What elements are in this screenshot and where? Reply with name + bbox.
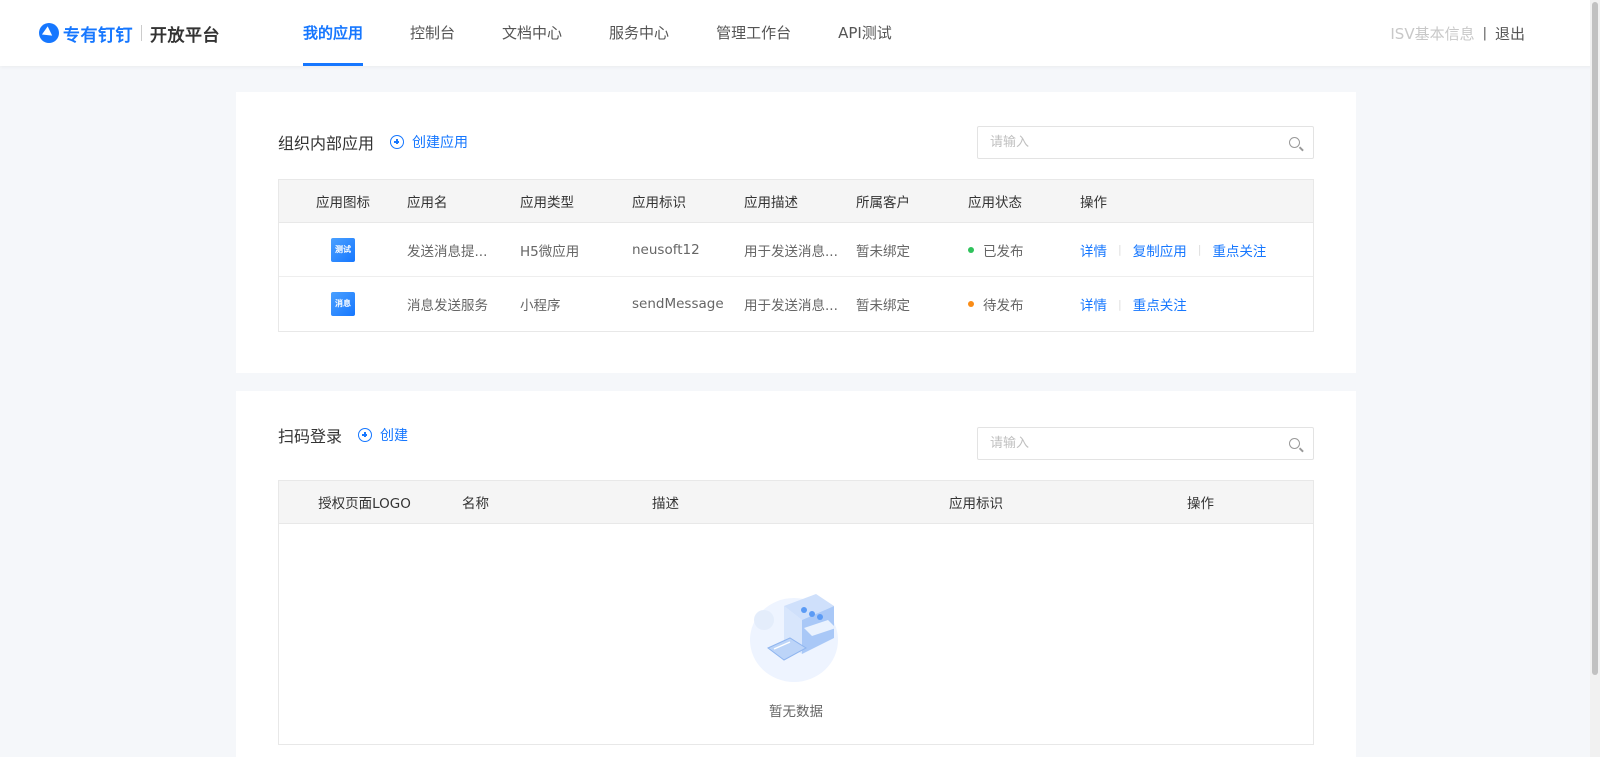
internal-apps-search-input[interactable] — [978, 127, 1289, 158]
app-id: sendMessage — [632, 296, 724, 312]
follow-link[interactable]: 重点关注 — [1212, 240, 1266, 260]
app-icon-cell: 消息 — [279, 292, 407, 316]
create-qr-login-button[interactable]: 创建 — [358, 425, 408, 445]
status-dot-published — [968, 246, 974, 253]
action-separator: | — [1118, 297, 1122, 311]
app-desc: 用于发送消息... — [744, 243, 838, 260]
search-icon[interactable] — [1289, 137, 1300, 148]
table-row: 测试 发送消息提... H5微应用 neusoft12 用于发送消息... 暂未… — [279, 223, 1313, 277]
create-app-label: 创建应用 — [412, 135, 469, 151]
col-actions: 操作 — [1080, 195, 1107, 211]
internal-apps-title-row: 组织内部应用 创建应用 — [278, 130, 468, 154]
detail-link[interactable]: 详情 — [1080, 294, 1107, 314]
app-actions: 详情 | 重点关注 — [1080, 294, 1313, 315]
qr-login-title-row: 扫码登录 创建 — [278, 423, 408, 447]
app-customer: 暂未绑定 — [856, 243, 910, 260]
app-type: H5微应用 — [520, 243, 580, 260]
nav-service-center[interactable]: 服务中心 — [609, 0, 669, 66]
qr-login-search[interactable] — [977, 427, 1314, 460]
detail-link[interactable]: 详情 — [1080, 240, 1107, 260]
nav-api-test[interactable]: API测试 — [838, 0, 892, 66]
app-icon-cell: 测试 — [279, 237, 407, 262]
col-app-desc: 应用描述 — [744, 195, 798, 211]
create-qr-login-label: 创建 — [380, 428, 409, 444]
logo-brand-text: 专有钉钉 — [63, 25, 133, 46]
header-user-area: ISV基本信息 | 退出 — [1390, 22, 1525, 44]
app-actions: 详情 | 复制应用 | 重点关注 — [1080, 240, 1313, 260]
nav-docs[interactable]: 文档中心 — [502, 0, 562, 66]
table-header: 应用图标 应用名 应用类型 应用标识 应用描述 所属客户 应用状态 操作 — [279, 180, 1313, 223]
nav-admin-workbench[interactable]: 管理工作台 — [716, 0, 791, 66]
app-type: 小程序 — [520, 298, 561, 314]
col-app-type: 应用类型 — [520, 195, 574, 211]
col-app-id: 应用标识 — [949, 496, 1003, 512]
app-name: 消息发送服务 — [407, 298, 488, 314]
copy-app-link[interactable]: 复制应用 — [1133, 240, 1187, 260]
app-icon[interactable]: 消息 — [331, 292, 355, 316]
logo-divider — [141, 25, 142, 41]
app-status: 待发布 — [968, 294, 1080, 314]
internal-apps-table: 应用图标 应用名 应用类型 应用标识 应用描述 所属客户 应用状态 操作 测试 … — [278, 179, 1314, 332]
col-customer: 所属客户 — [856, 195, 910, 211]
add-circle-icon — [390, 135, 405, 149]
status-text: 已发布 — [983, 243, 1024, 260]
create-app-button[interactable]: 创建应用 — [390, 132, 468, 152]
main-nav: 我的应用 控制台 文档中心 服务中心 管理工作台 API测试 — [303, 0, 939, 66]
app-id: neusoft12 — [632, 241, 700, 258]
status-text: 待发布 — [983, 298, 1024, 314]
col-name: 名称 — [462, 496, 489, 512]
qr-login-table: 授权页面LOGO 名称 描述 应用标识 操作 暂无数据 — [278, 480, 1314, 745]
empty-state: 暂无数据 — [279, 524, 1313, 744]
app-customer: 暂未绑定 — [856, 298, 910, 314]
status-dot-pending — [968, 301, 974, 307]
action-separator: | — [1118, 243, 1122, 256]
page-scrollbar[interactable] — [1590, 0, 1600, 757]
top-header: 专有钉钉 开放平台 我的应用 控制台 文档中心 服务中心 管理工作台 API测试… — [0, 0, 1600, 66]
app-status: 已发布 — [968, 240, 1080, 260]
scrollbar-thumb[interactable] — [1592, 2, 1598, 675]
app-name: 发送消息提... — [407, 243, 488, 260]
logout-link[interactable]: 退出 — [1495, 23, 1525, 44]
internal-apps-card: 组织内部应用 创建应用 应用图标 应用名 应用类型 应用标识 应用描述 所属客户… — [236, 92, 1356, 373]
col-desc: 描述 — [652, 496, 679, 512]
follow-link[interactable]: 重点关注 — [1133, 294, 1187, 314]
dingtalk-logo-icon — [39, 23, 59, 43]
col-app-id: 应用标识 — [632, 195, 686, 211]
isv-info-link[interactable]: ISV基本信息 — [1390, 23, 1474, 44]
nav-console[interactable]: 控制台 — [410, 0, 455, 66]
col-actions: 操作 — [1187, 496, 1214, 512]
empty-box-icon — [750, 594, 838, 682]
app-icon[interactable]: 测试 — [331, 237, 355, 262]
nav-my-apps[interactable]: 我的应用 — [303, 0, 364, 66]
app-desc: 用于发送消息... — [744, 298, 838, 314]
add-circle-icon — [358, 428, 373, 442]
qr-login-title: 扫码登录 — [278, 427, 343, 446]
search-icon[interactable] — [1289, 438, 1300, 449]
col-app-name: 应用名 — [407, 195, 448, 211]
col-app-icon: 应用图标 — [316, 195, 370, 211]
internal-apps-search[interactable] — [977, 126, 1314, 159]
empty-text: 暂无数据 — [769, 704, 823, 720]
table-header: 授权页面LOGO 名称 描述 应用标识 操作 — [279, 481, 1313, 524]
col-status: 应用状态 — [968, 195, 1022, 211]
header-separator: | — [1482, 25, 1487, 41]
qr-login-card: 扫码登录 创建 授权页面LOGO 名称 描述 应用标识 操作 — [236, 391, 1356, 757]
logo-platform-text: 开放平台 — [150, 25, 220, 46]
table-row: 消息 消息发送服务 小程序 sendMessage 用于发送消息... 暂未绑定… — [279, 277, 1313, 331]
col-logo: 授权页面LOGO — [318, 496, 411, 512]
qr-login-search-input[interactable] — [978, 428, 1289, 459]
logo[interactable]: 专有钉钉 开放平台 — [39, 20, 220, 46]
internal-apps-title: 组织内部应用 — [278, 134, 375, 153]
action-separator: | — [1197, 243, 1202, 256]
